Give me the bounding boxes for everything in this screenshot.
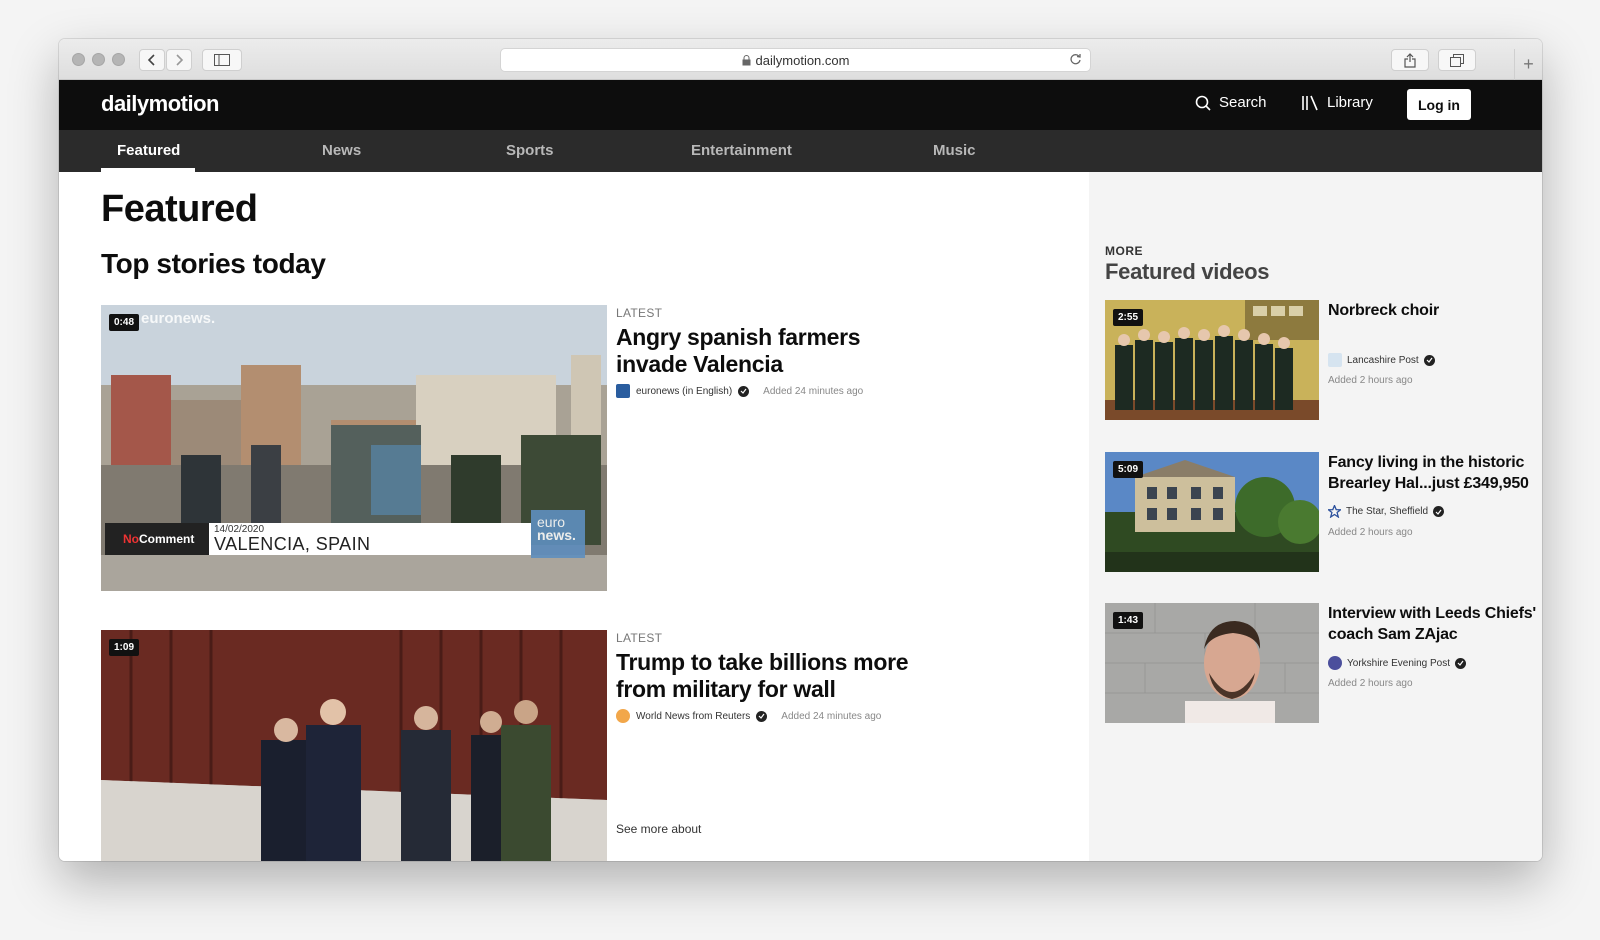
tabs-icon [1450, 54, 1464, 67]
duration-badge: 2:55 [1113, 309, 1143, 326]
search-icon [1195, 95, 1211, 111]
video-thumbnail[interactable]: 2:55 [1105, 300, 1319, 420]
share-icon [1404, 53, 1416, 68]
story-category: LATEST [616, 306, 662, 320]
duration-badge: 1:09 [109, 639, 139, 656]
verified-icon [1433, 506, 1444, 517]
library-label: Library [1327, 94, 1373, 111]
new-tab-button[interactable]: + [1514, 49, 1542, 80]
tab-music[interactable]: Music [933, 142, 976, 159]
category-nav: Featured News Sports Entertainment Music [59, 130, 1542, 172]
chevron-right-icon [174, 54, 184, 66]
tab-news[interactable]: News [322, 142, 361, 159]
verified-icon [1424, 355, 1435, 366]
page-title: Featured [101, 188, 257, 231]
story-category: LATEST [616, 631, 662, 645]
verified-icon [1455, 658, 1466, 669]
channel-name[interactable]: Lancashire Post [1347, 355, 1419, 366]
close-window-button[interactable] [72, 53, 85, 66]
minimize-window-button[interactable] [92, 53, 105, 66]
added-time: Added 2 hours ago [1328, 678, 1413, 689]
added-time: Added 24 minutes ago [781, 711, 881, 722]
channel-avatar [1328, 656, 1342, 670]
story-headline[interactable]: Angry spanish farmers invade Valencia [616, 324, 916, 378]
euronews-logo: euro news. [531, 510, 585, 558]
story-thumbnail[interactable]: 1:09 [101, 630, 607, 861]
tabs-overview-button[interactable] [1438, 49, 1476, 71]
back-button[interactable] [139, 49, 165, 71]
channel-avatar [1328, 353, 1342, 367]
share-button[interactable] [1391, 49, 1429, 71]
address-bar[interactable]: dailymotion.com [500, 48, 1091, 72]
channel-avatar [616, 709, 630, 723]
video-thumbnail[interactable]: 1:43 [1105, 603, 1319, 723]
star-icon [1328, 505, 1341, 518]
search-label: Search [1219, 94, 1267, 111]
nocomment-prefix: No [123, 532, 139, 546]
location-caption: 14/02/2020 VALENCIA, SPAIN [209, 523, 531, 555]
browser-toolbar: dailymotion.com + [59, 39, 1542, 80]
nocomment-tag: No Comment [105, 523, 209, 555]
channel-name[interactable]: euronews (in English) [636, 386, 732, 397]
verified-icon [738, 386, 749, 397]
channel-name[interactable]: World News from Reuters [636, 711, 750, 722]
duration-badge: 0:48 [109, 314, 139, 331]
plus-icon: + [1523, 54, 1534, 75]
duration-badge: 1:43 [1113, 612, 1143, 629]
dailymotion-logo[interactable]: dailymotion [101, 91, 219, 117]
video-title[interactable]: Fancy living in the historic Brearley Ha… [1328, 452, 1540, 494]
nocomment-label: Comment [139, 532, 194, 546]
url-text: dailymotion.com [756, 53, 850, 68]
tab-sports[interactable]: Sports [506, 142, 554, 159]
sidebar-toggle-button[interactable] [202, 49, 242, 71]
story-thumbnail[interactable]: euronews. 0:48 No Comment 14/02/2020 VAL… [101, 305, 607, 591]
more-label: MORE [1105, 244, 1143, 258]
chevron-left-icon [147, 54, 157, 66]
see-more-link[interactable]: See more about [616, 822, 701, 836]
story-meta: World News from Reuters Added 24 minutes… [616, 709, 881, 723]
duration-badge: 5:09 [1113, 461, 1143, 478]
story-meta: euronews (in English) Added 24 minutes a… [616, 384, 863, 398]
verified-icon [756, 711, 767, 722]
featured-videos-title: Featured videos [1105, 259, 1269, 285]
video-meta: The Star, Sheffield [1328, 505, 1444, 518]
added-time: Added 2 hours ago [1328, 375, 1413, 386]
lock-icon [742, 55, 751, 66]
video-watermark: euronews. [141, 310, 215, 327]
search-button[interactable]: Search [1195, 94, 1267, 111]
section-title: Top stories today [101, 248, 326, 280]
euronews-logo-bottom: news. [537, 529, 585, 542]
main-content: Featured Top stories today [59, 172, 1089, 861]
video-meta: Lancashire Post [1328, 353, 1435, 367]
login-button[interactable]: Log in [1407, 89, 1471, 120]
video-thumbnail[interactable]: 5:09 [1105, 452, 1319, 572]
caption-location: VALENCIA, SPAIN [214, 534, 370, 555]
video-title[interactable]: Norbreck choir [1328, 300, 1528, 321]
video-title[interactable]: Interview with Leeds Chiefs' coach Sam Z… [1328, 603, 1540, 645]
channel-avatar [616, 384, 630, 398]
library-icon [1301, 95, 1319, 111]
browser-window: dailymotion.com + dailymotion Search Lib… [59, 39, 1542, 861]
added-time: Added 2 hours ago [1328, 527, 1413, 538]
forward-button[interactable] [166, 49, 192, 71]
story-headline[interactable]: Trump to take billions more from militar… [616, 649, 916, 703]
added-time: Added 24 minutes ago [763, 386, 863, 397]
zoom-window-button[interactable] [112, 53, 125, 66]
library-button[interactable]: Library [1301, 94, 1373, 111]
tab-entertainment[interactable]: Entertainment [691, 142, 792, 159]
video-meta: Yorkshire Evening Post [1328, 656, 1466, 670]
channel-name[interactable]: Yorkshire Evening Post [1347, 658, 1450, 669]
tab-featured[interactable]: Featured [117, 142, 180, 159]
featured-videos-sidebar: MORE Featured videos 2:55 Nor [1089, 172, 1542, 861]
border-wall-scene-image [101, 630, 607, 861]
reload-icon[interactable] [1069, 53, 1082, 66]
site-header: dailymotion Search Library Log in [59, 80, 1542, 130]
sidebar-icon [214, 54, 230, 66]
channel-name[interactable]: The Star, Sheffield [1346, 506, 1428, 517]
